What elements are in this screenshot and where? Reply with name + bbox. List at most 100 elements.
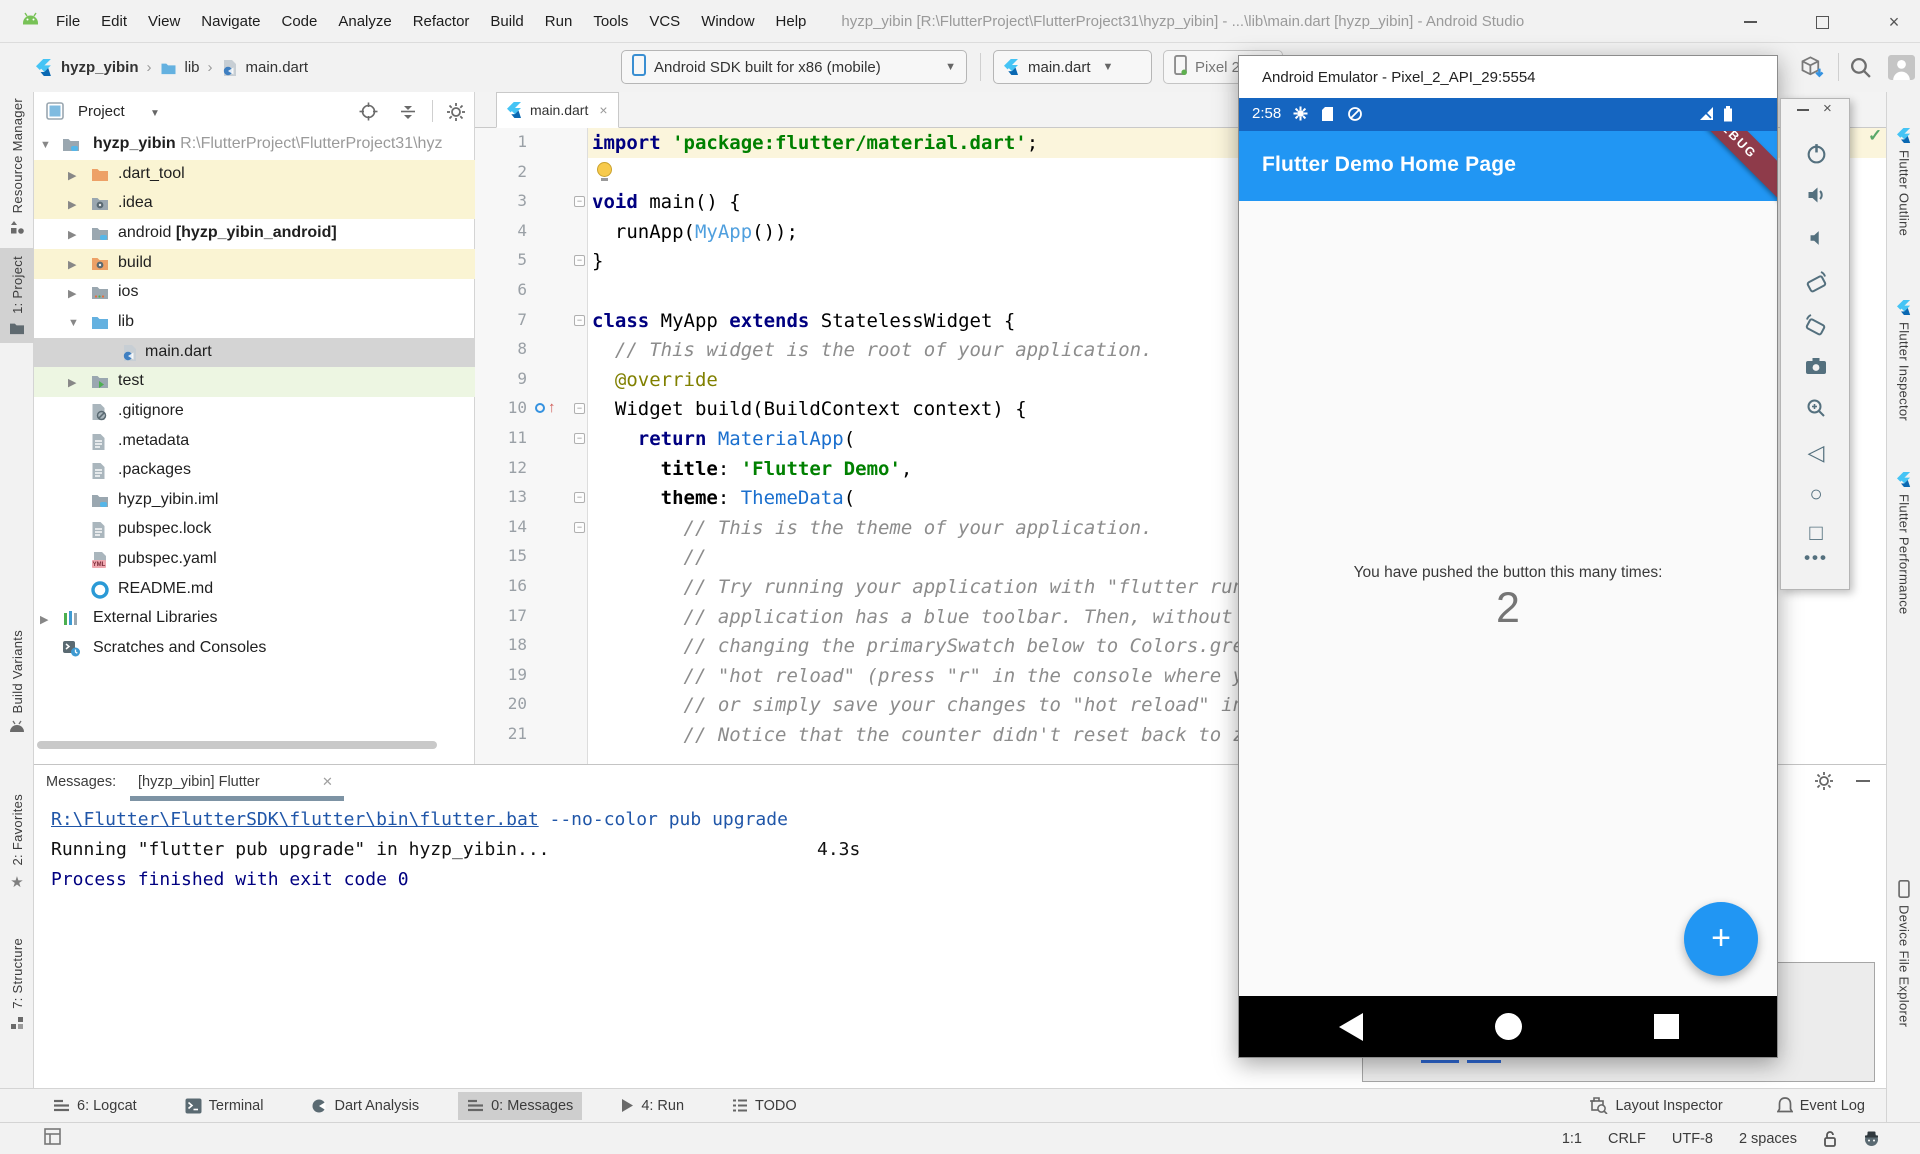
run-config-dropdown[interactable]: main.dart ▼	[993, 50, 1152, 84]
tree-item--gitignore[interactable]: .gitignore	[34, 397, 475, 427]
tree-item-scratches-and-consoles[interactable]: Scratches and Consoles	[34, 634, 475, 664]
gear-icon[interactable]	[1814, 771, 1834, 796]
menu-vcs[interactable]: VCS	[649, 13, 680, 30]
fold-marker-icon[interactable]: −	[574, 196, 585, 207]
chevron-expanded-icon[interactable]: ▼	[68, 317, 79, 329]
emulator-volume-up-icon[interactable]	[1781, 184, 1851, 211]
toolwindow-button-event-log[interactable]: Event Log	[1768, 1092, 1874, 1120]
tab-main-dart[interactable]: main.dart ×	[496, 92, 619, 128]
nav-overview-button[interactable]	[1654, 1014, 1679, 1039]
stripe-item-7-structure[interactable]: 7: Structure	[0, 938, 34, 1030]
hide-panel-icon[interactable]	[1856, 780, 1870, 782]
notification-face-icon[interactable]	[1863, 1130, 1880, 1147]
toolwindow-button-0-messages[interactable]: 0: Messages	[458, 1092, 582, 1120]
toolwindow-button-terminal[interactable]: Terminal	[176, 1092, 273, 1120]
menu-build[interactable]: Build	[490, 13, 523, 30]
tree-item-lib[interactable]: ▼lib	[34, 308, 475, 338]
tree-item-android[interactable]: ▶android [hyzp_yibin_android]	[34, 219, 475, 249]
menu-help[interactable]: Help	[776, 13, 807, 30]
menu-analyze[interactable]: Analyze	[338, 13, 391, 30]
stripe-item-device-file-explorer[interactable]: Device File Explorer	[1887, 880, 1920, 1027]
menu-navigate[interactable]: Navigate	[201, 13, 260, 30]
stripe-item-2-favorites[interactable]: 2: Favorites★	[0, 794, 34, 891]
locate-file-icon[interactable]	[359, 102, 378, 126]
tree-item-hyzp_yibin-iml[interactable]: hyzp_yibin.iml	[34, 486, 475, 516]
toolwindow-button-todo[interactable]: TODO	[723, 1092, 806, 1120]
minimize-emulator-button[interactable]	[1797, 109, 1809, 111]
chevron-expanded-icon[interactable]: ▼	[40, 139, 51, 151]
chevron-down-icon[interactable]: ▼	[150, 108, 160, 119]
tree-item-pubspec-yaml[interactable]: YMLpubspec.yaml	[34, 545, 475, 575]
tree-item-readme-md[interactable]: README.md	[34, 575, 475, 605]
breadcrumb-lib[interactable]: lib	[185, 59, 200, 76]
console-file-link[interactable]: R:\Flutter\FlutterSDK\flutter\bin\flutte…	[51, 809, 539, 830]
status-widget-2-spaces[interactable]: 2 spaces	[1739, 1131, 1797, 1147]
stripe-item-flutter-outline[interactable]: Flutter Outline	[1887, 128, 1920, 236]
close-window-button[interactable]: ×	[1877, 10, 1911, 34]
search-everywhere-icon[interactable]	[1849, 56, 1872, 84]
console-line-1[interactable]: R:\Flutter\FlutterSDK\flutter\bin\flutte…	[51, 809, 788, 839]
tree-item-main-dart[interactable]: main.dart	[34, 338, 475, 368]
toolwindow-button-layout-inspector[interactable]: Layout Inspector	[1580, 1092, 1731, 1120]
close-emulator-button[interactable]: ×	[1823, 100, 1832, 117]
breadcrumb-maindart[interactable]: main.dart	[246, 59, 309, 76]
emulator-back-icon[interactable]: ◁	[1781, 440, 1851, 466]
toolwindow-button-dart-analysis[interactable]: Dart Analysis	[302, 1092, 428, 1120]
menu-refactor[interactable]: Refactor	[413, 13, 470, 30]
tree-item-hyzp_yibin[interactable]: ▼hyzp_yibin R:\FlutterProject\FlutterPro…	[34, 130, 475, 160]
emulator-camera-icon[interactable]	[1781, 356, 1851, 381]
collapse-all-icon[interactable]	[398, 102, 418, 126]
device-selector-dropdown[interactable]: Android SDK built for x86 (mobile) ▼	[621, 50, 967, 84]
breadcrumb-hyzp_yibin[interactable]: hyzp_yibin	[61, 59, 139, 76]
tree-item--dart_tool[interactable]: ▶.dart_tool	[34, 160, 475, 190]
stripe-item-resource-manager[interactable]: Resource Manager	[0, 98, 34, 235]
gear-icon[interactable]	[446, 102, 466, 127]
emulator-rotate-right-icon[interactable]	[1781, 313, 1851, 342]
toolwindow-button-4-run[interactable]: 4: Run	[612, 1092, 693, 1120]
sdk-package-download-icon[interactable]	[1798, 54, 1825, 86]
close-icon[interactable]: ×	[599, 102, 607, 118]
tree-item-test[interactable]: ▶test	[34, 367, 475, 397]
tree-item--idea[interactable]: ▶.idea	[34, 189, 475, 219]
maximize-window-button[interactable]	[1805, 10, 1839, 34]
fold-marker-icon[interactable]: −	[574, 492, 585, 503]
emulator-power-icon[interactable]	[1781, 142, 1851, 170]
tree-item-pubspec-lock[interactable]: pubspec.lock	[34, 515, 475, 545]
chevron-collapsed-icon[interactable]: ▶	[68, 169, 76, 182]
minimize-window-button[interactable]	[1733, 10, 1767, 34]
emulator-zoom-icon[interactable]	[1781, 397, 1851, 424]
fold-marker-icon[interactable]: −	[574, 403, 585, 414]
fold-marker-icon[interactable]: −	[574, 433, 585, 444]
chevron-collapsed-icon[interactable]: ▶	[68, 228, 76, 241]
tree-item-ios[interactable]: ▶ios	[34, 278, 475, 308]
stripe-item-flutter-inspector[interactable]: Flutter Inspector	[1887, 300, 1920, 421]
menu-file[interactable]: File	[56, 13, 80, 30]
close-icon[interactable]: ✕	[322, 774, 333, 790]
fold-marker-icon[interactable]: −	[574, 522, 585, 533]
horizontal-scrollbar[interactable]	[37, 741, 437, 749]
increment-fab-button[interactable]: +	[1684, 902, 1758, 976]
emulator-more-icon[interactable]: •••	[1781, 548, 1851, 568]
messages-tab-flutter[interactable]: [hyzp_yibin] Flutter	[138, 774, 260, 790]
tree-item-external-libraries[interactable]: ▶External Libraries	[34, 604, 475, 634]
nav-home-button[interactable]	[1495, 1013, 1522, 1040]
emulator-overview-icon[interactable]: □	[1781, 520, 1851, 546]
tree-item-build[interactable]: ▶build	[34, 249, 475, 279]
emulator-screen[interactable]: DEBUG 2:58 Flutter Demo Home Page You ha…	[1239, 98, 1777, 1057]
tree-item--metadata[interactable]: .metadata	[34, 427, 475, 457]
nav-back-button[interactable]	[1339, 1013, 1363, 1041]
stripe-item-1-project[interactable]: 1: Project	[0, 248, 34, 343]
emulator-home-icon[interactable]: ○	[1781, 481, 1851, 507]
chevron-collapsed-icon[interactable]: ▶	[68, 287, 76, 300]
lock-open-icon[interactable]	[1823, 1130, 1837, 1147]
chevron-collapsed-icon[interactable]: ▶	[68, 376, 76, 389]
override-marker-icon[interactable]	[535, 403, 545, 413]
fold-marker-icon[interactable]: −	[574, 255, 585, 266]
menu-window[interactable]: Window	[701, 13, 754, 30]
inspections-ok-check-icon[interactable]: ✓	[1868, 126, 1882, 146]
toolwindow-button-6-logcat[interactable]: 6: Logcat	[44, 1092, 146, 1120]
menu-run[interactable]: Run	[545, 13, 573, 30]
menu-tools[interactable]: Tools	[593, 13, 628, 30]
status-widget-crlf[interactable]: CRLF	[1608, 1131, 1646, 1147]
tool-window-switcher-icon[interactable]	[44, 1128, 61, 1150]
